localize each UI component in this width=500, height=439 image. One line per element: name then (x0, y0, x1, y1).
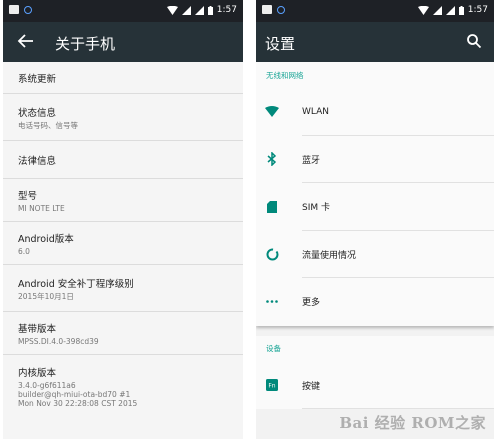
cell-signal-2-icon (194, 5, 204, 15)
cell-signal-2-icon (445, 5, 455, 15)
status-bar: 1:57 (3, 0, 243, 22)
item-title: 基带版本 (18, 323, 57, 335)
item-subtitle: MPSS.DI.4.0-398cd39 (18, 336, 99, 346)
bluetooth-icon (265, 152, 279, 167)
item-subtitle: 电话号码、信号等 (18, 120, 78, 130)
item-subtitle: 6.0 (18, 246, 30, 256)
list-item-model: 型号 MI NOTE LTE (3, 179, 243, 222)
watermark: Bai 经验 ROM之家 (339, 414, 486, 432)
toolbar: 关于手机 (3, 22, 243, 62)
section-header-wireless: 无线和网络 (266, 70, 304, 80)
item-title: Android 安全补丁程序级别 (18, 278, 134, 290)
wifi-icon (265, 105, 279, 119)
list-item-baseband: 基带版本 MPSS.DI.4.0-398cd39 (3, 312, 243, 355)
cell-signal-icon (181, 5, 191, 15)
setting-item-data-usage[interactable]: 流量使用情况 (256, 231, 494, 278)
list-item-security-patch: Android 安全补丁程序级别 2015年10月1日 (3, 265, 243, 312)
item-title: 系统更新 (18, 73, 57, 85)
back-arrow-icon[interactable] (17, 32, 35, 50)
sync-notification-icon (24, 5, 32, 14)
kernel-line-2: builder@qh-miui-ota-bd70 #1 (18, 389, 131, 399)
about-list: 系统更新 状态信息 电话号码、信号等 法律信息 型号 MI NOTE LTE A… (3, 62, 243, 417)
item-subtitle: 2015年10月1日 (18, 291, 74, 301)
settings-screen: 1:57 设置 无线和网络 WLAN 蓝牙 SIM 卡 流量使用情况 更多 设备… (256, 0, 494, 439)
list-item-android-version[interactable]: Android版本 6.0 (3, 222, 243, 265)
buttons-icon: Fn (265, 378, 279, 392)
wifi-signal-icon (417, 5, 429, 15)
battery-icon (207, 5, 213, 15)
list-item-system-update[interactable]: 系统更新 (3, 62, 243, 94)
kernel-line-3: Mon Nov 30 22:28:08 CST 2015 (18, 398, 138, 408)
item-title: 法律信息 (18, 155, 57, 167)
item-subtitle: MI NOTE LTE (18, 203, 65, 213)
setting-item-bluetooth[interactable]: 蓝牙 (256, 136, 494, 183)
status-time: 1:57 (216, 5, 237, 15)
device-section: 设备 Fn 按键 (256, 335, 494, 409)
item-title: 状态信息 (18, 107, 57, 119)
setting-label: 流量使用情况 (302, 250, 357, 261)
wifi-signal-icon (166, 5, 178, 15)
list-item-status[interactable]: 状态信息 电话号码、信号等 (3, 94, 243, 141)
about-phone-screen: 1:57 关于手机 系统更新 状态信息 电话号码、信号等 法律信息 型号 MI … (3, 0, 243, 439)
item-title: 内核版本 (18, 367, 57, 379)
setting-label: 更多 (302, 298, 321, 309)
setting-item-more[interactable]: 更多 (256, 278, 494, 326)
search-icon[interactable] (466, 33, 482, 49)
setting-label: 蓝牙 (302, 155, 321, 166)
page-title: 关于手机 (55, 35, 116, 53)
divider (302, 408, 494, 409)
wireless-section: 无线和网络 WLAN 蓝牙 SIM 卡 流量使用情况 更多 (256, 62, 494, 326)
battery-icon (458, 5, 464, 15)
setting-label: SIM 卡 (302, 203, 330, 214)
page-title: 设置 (265, 35, 296, 53)
setting-label: 按键 (302, 381, 321, 392)
more-icon (265, 295, 279, 309)
setting-item-sim[interactable]: SIM 卡 (256, 183, 494, 231)
kernel-line-1: 3.4.0-g6f611a6 (18, 380, 76, 390)
setting-label: WLAN (302, 106, 330, 117)
status-bar: 1:57 (256, 0, 494, 22)
data-usage-icon (265, 247, 279, 261)
setting-item-buttons[interactable]: Fn 按键 (256, 362, 494, 409)
gallery-notification-icon (262, 5, 272, 14)
sync-notification-icon (277, 5, 285, 14)
sim-card-icon (265, 200, 279, 214)
toolbar: 设置 (256, 22, 494, 62)
item-title: Android版本 (18, 233, 74, 245)
svg-text:Fn: Fn (268, 383, 275, 390)
list-item-kernel: 内核版本 3.4.0-g6f611a6 builder@qh-miui-ota-… (3, 355, 243, 417)
setting-item-wlan[interactable]: WLAN (256, 88, 494, 136)
list-item-legal[interactable]: 法律信息 (3, 141, 243, 179)
cell-signal-icon (432, 5, 442, 15)
gallery-notification-icon (9, 5, 19, 14)
status-time: 1:57 (467, 5, 488, 15)
item-title: 型号 (18, 190, 38, 202)
section-header-device: 设备 (266, 344, 281, 353)
